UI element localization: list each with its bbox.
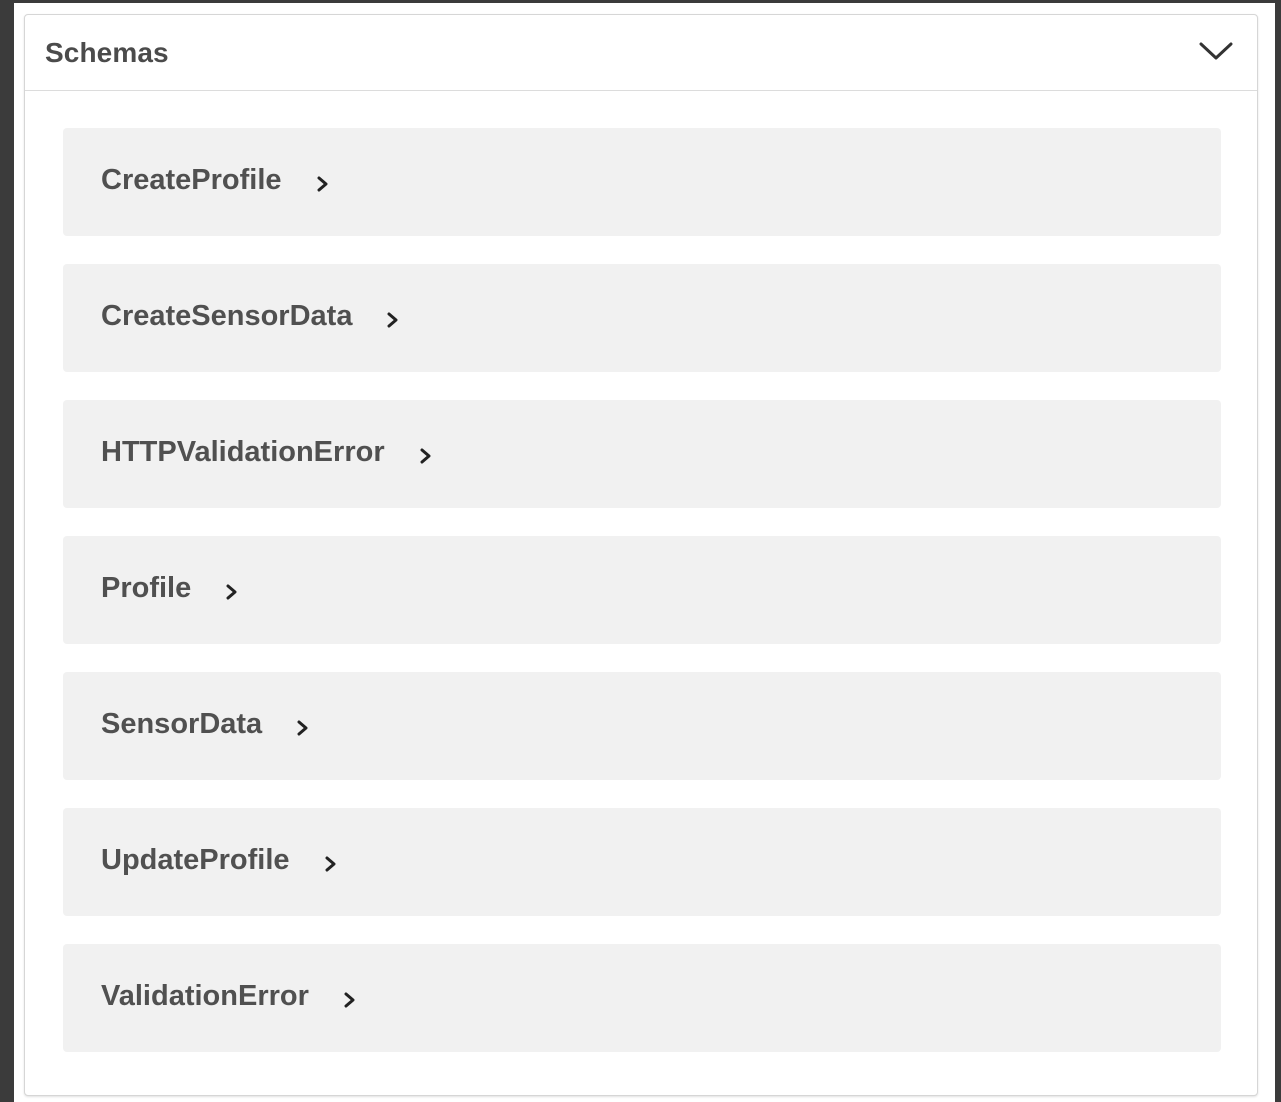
model-list: CreateProfile CreateSensorData HTTPValid… [63,128,1221,1052]
model-create-sensor-data[interactable]: CreateSensorData [63,264,1221,372]
model-name: UpdateProfile [101,844,290,876]
model-name: SensorData [101,708,263,740]
model-row: HTTPValidationError [101,436,433,469]
model-sensor-data[interactable]: SensorData [63,672,1221,780]
model-name: HTTPValidationError [101,436,385,468]
schemas-title: Schemas [45,37,169,68]
model-http-validation-error[interactable]: HTTPValidationError [63,400,1221,508]
chevron-right-icon[interactable] [343,991,357,1009]
model-name: CreateProfile [101,164,282,196]
model-validation-error[interactable]: ValidationError [63,944,1221,1052]
model-row: Profile [101,572,239,605]
schemas-header[interactable]: Schemas [25,15,1257,91]
model-name: ValidationError [101,980,309,1012]
model-row: UpdateProfile [101,844,338,877]
schemas-section: Schemas CreateProfile CreateSensorData H… [24,14,1258,1096]
model-row: SensorData [101,708,310,741]
chevron-right-icon[interactable] [316,175,330,193]
model-name: CreateSensorData [101,300,353,332]
chevron-right-icon[interactable] [419,447,433,465]
model-update-profile[interactable]: UpdateProfile [63,808,1221,916]
chevron-right-icon[interactable] [296,719,310,737]
chevron-right-icon[interactable] [324,855,338,873]
model-create-profile[interactable]: CreateProfile [63,128,1221,236]
model-row: CreateSensorData [101,300,400,333]
model-profile[interactable]: Profile [63,536,1221,644]
chevron-down-icon[interactable] [1199,39,1233,63]
model-row: ValidationError [101,980,357,1013]
model-name: Profile [101,572,192,604]
model-row: CreateProfile [101,164,330,197]
chevron-right-icon[interactable] [225,583,239,601]
chevron-right-icon[interactable] [386,311,400,329]
